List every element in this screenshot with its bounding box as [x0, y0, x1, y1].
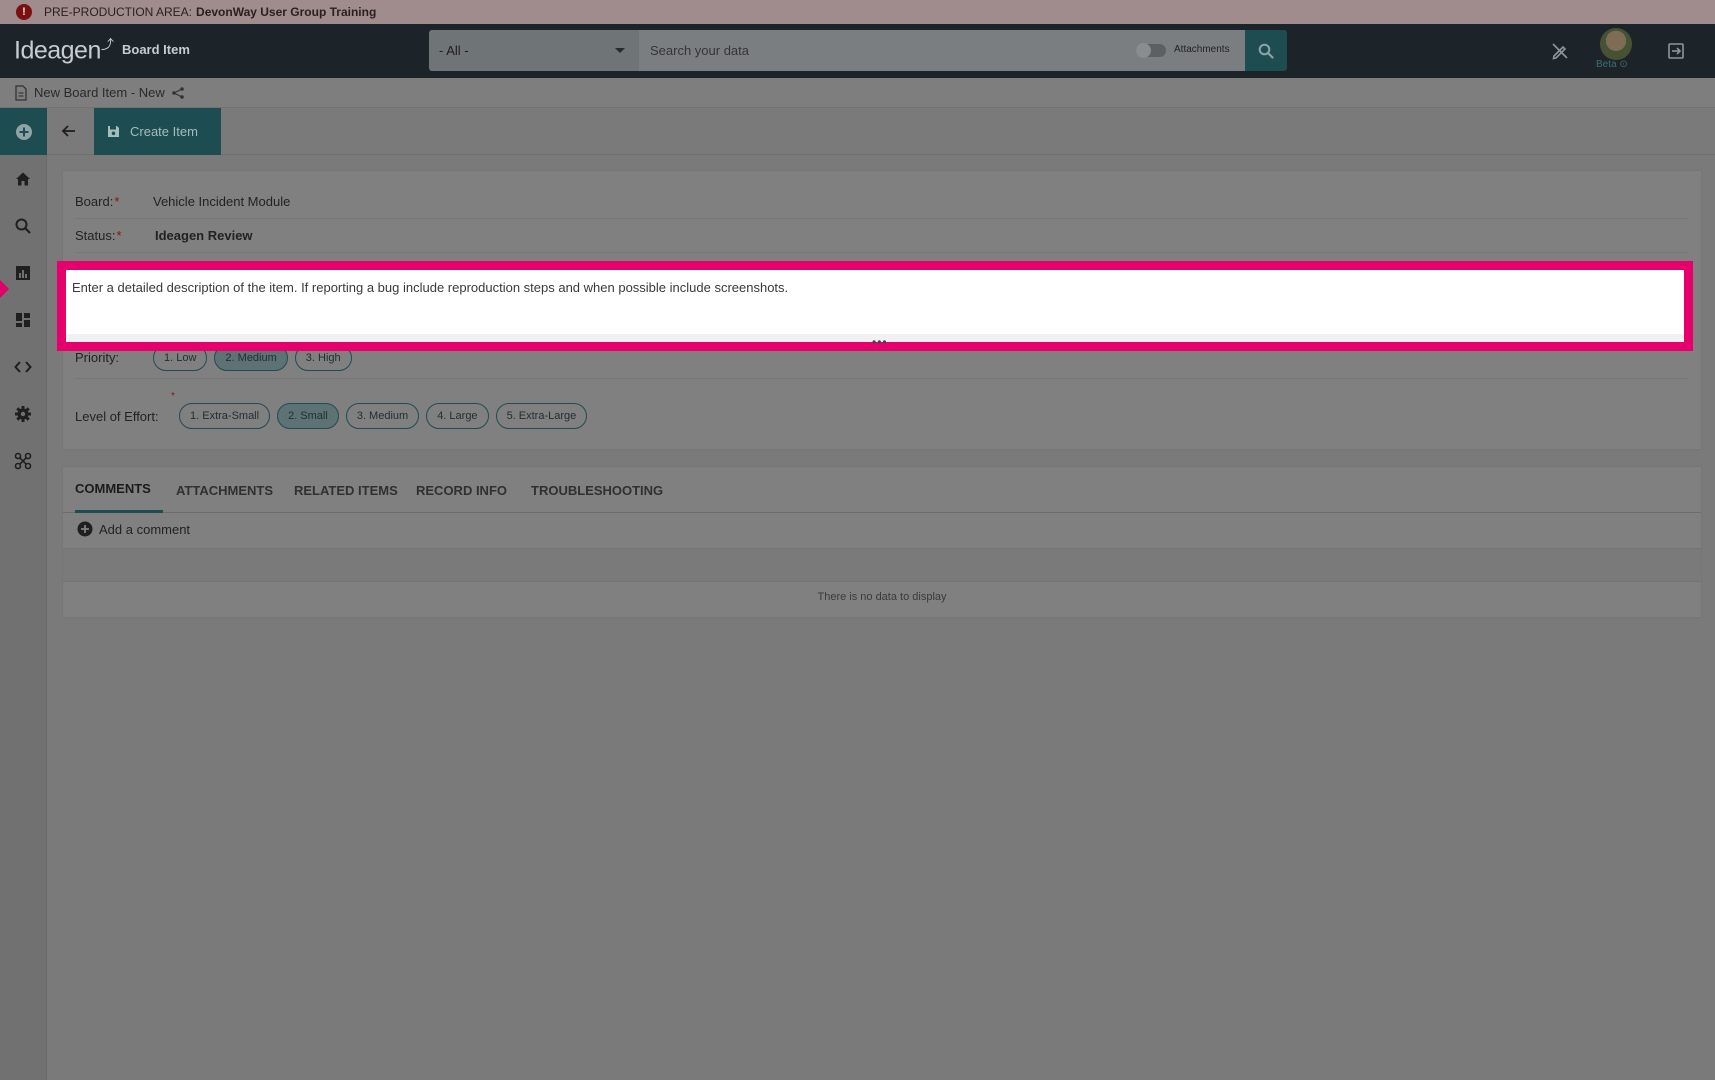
tab-related-items[interactable]: RELATED ITEMS — [294, 467, 398, 513]
breadcrumb-title: New Board Item - New — [34, 85, 165, 100]
board-field-row: Board:* Vehicle Incident Module — [75, 185, 1689, 219]
sidebar-item-home[interactable] — [11, 167, 35, 191]
item-details-tabs: COMMENTS ATTACHMENTS RELATED ITEMS RECOR… — [62, 466, 1702, 618]
status-field-row: Status:* Ideagen Review — [75, 219, 1689, 253]
search-icon — [15, 218, 31, 234]
description-highlight: Enter a detailed description of the item… — [57, 261, 1693, 351]
logo-mark-icon: ⤴ — [100, 37, 114, 52]
sidebar-item-integrations[interactable] — [11, 449, 35, 473]
priority-label: Priority: — [75, 350, 120, 365]
tab-strip: COMMENTS ATTACHMENTS RELATED ITEMS RECOR… — [63, 467, 1701, 513]
add-comment-button[interactable]: Add a comment — [77, 521, 190, 537]
search-button[interactable] — [1245, 30, 1287, 71]
banner-environment: DevonWay User Group Training — [196, 5, 377, 19]
description-textarea[interactable]: Enter a detailed description of the item… — [66, 270, 1684, 342]
required-marker: * — [114, 194, 120, 209]
required-marker: * — [171, 391, 175, 402]
tab-record-info[interactable]: RECORD INFO — [416, 467, 507, 513]
action-toolbar: Create Item — [47, 108, 1715, 155]
sidebar-item-dashboards[interactable] — [11, 308, 35, 332]
search-icon — [1258, 43, 1274, 59]
back-button[interactable] — [57, 119, 81, 143]
dashboard-icon — [16, 313, 30, 327]
logo-text: Ideagen — [14, 36, 101, 65]
verified-check-icon: ⊙ — [1619, 59, 1628, 70]
sidebar-item-code[interactable] — [11, 355, 35, 379]
status-label: Status:* — [75, 228, 122, 243]
banner-prefix: PRE-PRODUCTION AREA: — [44, 5, 193, 19]
avatar[interactable] — [1600, 28, 1632, 60]
tab-troubleshooting[interactable]: TROUBLESHOOTING — [531, 467, 663, 513]
board-value[interactable]: Vehicle Incident Module — [153, 194, 290, 209]
preproduction-banner: ! PRE-PRODUCTION AREA: DevonWay User Gro… — [0, 0, 1715, 24]
resize-handle[interactable]: ••• — [872, 336, 888, 348]
beta-label-text: Beta — [1596, 59, 1617, 70]
ideagen-logo[interactable]: Ideagen⤴ — [14, 34, 114, 65]
create-item-button[interactable]: Create Item — [94, 108, 221, 155]
save-icon — [108, 126, 119, 137]
module-title: Board Item — [122, 42, 190, 57]
document-icon — [15, 84, 27, 101]
effort-option-large[interactable]: 4. Large — [426, 403, 489, 429]
sidebar-item-search[interactable] — [11, 214, 35, 238]
share-icon[interactable] — [171, 86, 185, 100]
add-circle-icon — [15, 123, 32, 140]
sidebar-item-settings[interactable] — [11, 402, 35, 426]
add-comment-label: Add a comment — [99, 521, 191, 537]
left-sidebar — [0, 108, 47, 1080]
beta-badge: Beta ⊙ — [1596, 59, 1628, 70]
effort-field-row: Level of Effort: * 1. Extra-Small 2. Smal… — [75, 391, 1689, 437]
tab-label: TROUBLESHOOTING — [531, 482, 664, 498]
tab-label: COMMENTS — [75, 481, 151, 496]
effort-label: Level of Effort: — [75, 408, 159, 424]
tab-label: RELATED ITEMS — [294, 482, 398, 498]
attachments-toggle[interactable] — [1136, 43, 1166, 58]
top-navigation-bar: Ideagen⤴ Board Item - All - Attachments … — [0, 24, 1715, 78]
active-section-marker — [0, 280, 9, 298]
attachments-toggle-label: Attachments — [1174, 44, 1230, 55]
tab-label: ATTACHMENTS — [176, 482, 274, 498]
gear-icon — [15, 406, 31, 422]
sidebar-add-button[interactable] — [0, 108, 47, 155]
effort-option-extra-small[interactable]: 1. Extra-Small — [179, 403, 271, 429]
add-circle-icon — [77, 521, 93, 537]
alert-icon: ! — [16, 4, 32, 20]
logout-icon[interactable] — [1664, 39, 1688, 63]
search-input[interactable] — [650, 43, 1130, 58]
sidebar-item-reports[interactable] — [11, 261, 35, 285]
board-label: Board:* — [75, 194, 120, 209]
search-scope-select[interactable]: - All - — [429, 30, 639, 71]
effort-options: 1. Extra-Small 2. Small 3. Medium 4. Large 5… — [179, 403, 594, 429]
chart-icon — [16, 266, 30, 280]
home-icon — [16, 172, 30, 186]
network-icon — [14, 452, 32, 470]
code-icon — [14, 361, 32, 373]
empty-state-message: There is no data to display — [817, 591, 947, 603]
effort-option-medium[interactable]: 3. Medium — [345, 403, 420, 429]
comments-grid-header — [63, 548, 1701, 582]
effort-option-extra-large[interactable]: 5. Extra-Large — [495, 403, 588, 429]
global-search-box: Attachments — [639, 30, 1245, 71]
tab-comments[interactable]: COMMENTS — [75, 467, 163, 513]
required-marker: * — [116, 228, 122, 243]
tab-attachments[interactable]: ATTACHMENTS — [176, 467, 273, 513]
status-value: Ideagen Review — [155, 228, 253, 243]
breadcrumb: New Board Item - New — [0, 78, 1715, 108]
tab-label: RECORD INFO — [416, 482, 507, 498]
arrow-left-icon — [61, 125, 75, 137]
edit-off-icon[interactable] — [1548, 39, 1572, 63]
create-item-label: Create Item — [130, 124, 198, 139]
effort-option-small[interactable]: 2. Small — [277, 403, 339, 429]
scope-select-value: - All - — [439, 43, 469, 58]
chevron-down-icon — [615, 48, 625, 53]
